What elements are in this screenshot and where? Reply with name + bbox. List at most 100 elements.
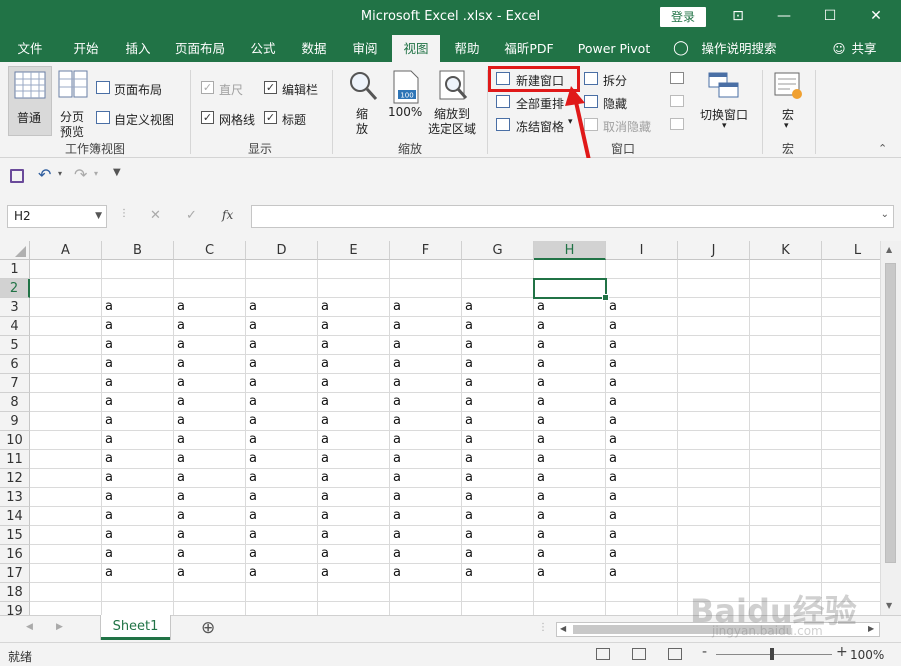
cell-d9[interactable]: a <box>246 412 318 430</box>
cell-d10[interactable]: a <box>246 431 318 449</box>
row-header-19[interactable]: 19 <box>0 602 30 615</box>
cell-i6[interactable]: a <box>606 355 678 373</box>
cell-e8[interactable]: a <box>318 393 390 411</box>
cell-e7[interactable]: a <box>318 374 390 392</box>
zoom-button[interactable]: 缩 放 <box>344 68 382 138</box>
cell-g11[interactable]: a <box>462 450 534 468</box>
login-button[interactable]: 登录 <box>660 7 706 27</box>
cell-e12[interactable]: a <box>318 469 390 487</box>
cell-e3[interactable]: a <box>318 298 390 316</box>
row-header-16[interactable]: 16 <box>0 545 30 564</box>
cell-c11[interactable]: a <box>174 450 246 468</box>
normal-view-button[interactable]: 普通 <box>8 66 52 136</box>
cell-e10[interactable]: a <box>318 431 390 449</box>
cell-e13[interactable]: a <box>318 488 390 506</box>
arrange-all-button[interactable]: 全部重排 <box>496 93 576 111</box>
row-header-10[interactable]: 10 <box>0 431 30 450</box>
cell-b7[interactable]: a <box>102 374 174 392</box>
cell-i11[interactable]: a <box>606 450 678 468</box>
cell-h15[interactable]: a <box>534 526 606 544</box>
cell-d13[interactable]: a <box>246 488 318 506</box>
chevron-down-icon[interactable]: ▾ <box>58 169 62 178</box>
cell-f13[interactable]: a <box>390 488 462 506</box>
zoom-to-selection-button[interactable]: 缩放到 选定区域 <box>428 68 482 138</box>
tab-review[interactable]: 审阅 <box>343 35 387 62</box>
scroll-down-icon[interactable]: ▼ <box>886 601 892 610</box>
tab-power-pivot[interactable]: Power Pivot <box>574 35 654 62</box>
custom-views-button[interactable]: 自定义视图 <box>96 109 186 127</box>
cell-i7[interactable]: a <box>606 374 678 392</box>
cell-d5[interactable]: a <box>246 336 318 354</box>
share-button[interactable]: 共享 <box>848 35 880 62</box>
cell-b4[interactable]: a <box>102 317 174 335</box>
cell-b14[interactable]: a <box>102 507 174 525</box>
column-header-l[interactable]: L <box>822 241 880 260</box>
cell-e4[interactable]: a <box>318 317 390 335</box>
zoom-in-button[interactable]: + <box>836 644 848 660</box>
select-all-button[interactable] <box>0 241 30 260</box>
cell-b6[interactable]: a <box>102 355 174 373</box>
person-icon[interactable]: ☺ <box>830 35 848 62</box>
cell-f11[interactable]: a <box>390 450 462 468</box>
page-break-preview-button[interactable]: 分页 预览 <box>54 66 92 139</box>
cell-i12[interactable]: a <box>606 469 678 487</box>
cell-g16[interactable]: a <box>462 545 534 563</box>
normal-view-status-icon[interactable] <box>596 648 610 660</box>
cell-h14[interactable]: a <box>534 507 606 525</box>
cell-c3[interactable]: a <box>174 298 246 316</box>
cell-e15[interactable]: a <box>318 526 390 544</box>
cell-b15[interactable]: a <box>102 526 174 544</box>
cell-h6[interactable]: a <box>534 355 606 373</box>
cell-g10[interactable]: a <box>462 431 534 449</box>
column-header-i[interactable]: I <box>606 241 678 260</box>
column-header-d[interactable]: D <box>246 241 318 260</box>
headings-checkbox[interactable]: ✓ 标题 <box>264 109 326 127</box>
cell-c5[interactable]: a <box>174 336 246 354</box>
column-header-e[interactable]: E <box>318 241 390 260</box>
cell-c15[interactable]: a <box>174 526 246 544</box>
scroll-right-icon[interactable]: ▶ <box>868 624 874 633</box>
cell-b8[interactable]: a <box>102 393 174 411</box>
cell-g12[interactable]: a <box>462 469 534 487</box>
cell-i10[interactable]: a <box>606 431 678 449</box>
cell-c16[interactable]: a <box>174 545 246 563</box>
expand-formula-bar-icon[interactable]: ⌄ <box>881 209 889 220</box>
cell-c17[interactable]: a <box>174 564 246 582</box>
cell-g17[interactable]: a <box>462 564 534 582</box>
cell-e17[interactable]: a <box>318 564 390 582</box>
page-layout-status-icon[interactable] <box>632 648 646 660</box>
cell-d11[interactable]: a <box>246 450 318 468</box>
cell-h13[interactable]: a <box>534 488 606 506</box>
cell-d4[interactable]: a <box>246 317 318 335</box>
freeze-panes-button[interactable]: 冻结窗格 ▾ <box>496 116 580 134</box>
split-button[interactable]: 拆分 <box>584 70 644 88</box>
macros-button[interactable]: 宏 ▾ <box>770 68 808 138</box>
cell-d12[interactable]: a <box>246 469 318 487</box>
scroll-up-icon[interactable]: ▲ <box>886 245 892 254</box>
cell-d3[interactable]: a <box>246 298 318 316</box>
row-header-5[interactable]: 5 <box>0 336 30 355</box>
cell-h4[interactable]: a <box>534 317 606 335</box>
row-header-8[interactable]: 8 <box>0 393 30 412</box>
row-header-18[interactable]: 18 <box>0 583 30 602</box>
scroll-sheet-right-icon[interactable]: ▶ <box>56 622 63 632</box>
column-header-k[interactable]: K <box>750 241 822 260</box>
cell-i16[interactable]: a <box>606 545 678 563</box>
row-header-14[interactable]: 14 <box>0 507 30 526</box>
page-layout-view-button[interactable]: 页面布局 <box>96 79 186 97</box>
tab-home[interactable]: 开始 <box>64 35 108 62</box>
vertical-scroll-thumb[interactable] <box>885 263 896 563</box>
row-header-13[interactable]: 13 <box>0 488 30 507</box>
cell-d16[interactable]: a <box>246 545 318 563</box>
cell-f16[interactable]: a <box>390 545 462 563</box>
cell-e9[interactable]: a <box>318 412 390 430</box>
cell-d17[interactable]: a <box>246 564 318 582</box>
cell-c8[interactable]: a <box>174 393 246 411</box>
cell-e11[interactable]: a <box>318 450 390 468</box>
cell-b3[interactable]: a <box>102 298 174 316</box>
row-header-3[interactable]: 3 <box>0 298 30 317</box>
worksheet-grid[interactable]: ABCDEFGHIJKL 1 2 3 4 5 6 7 8 9 10 11 12 13 14 15 16 17 18… <box>0 241 880 615</box>
cell-d14[interactable]: a <box>246 507 318 525</box>
cell-i13[interactable]: a <box>606 488 678 506</box>
cell-f7[interactable]: a <box>390 374 462 392</box>
